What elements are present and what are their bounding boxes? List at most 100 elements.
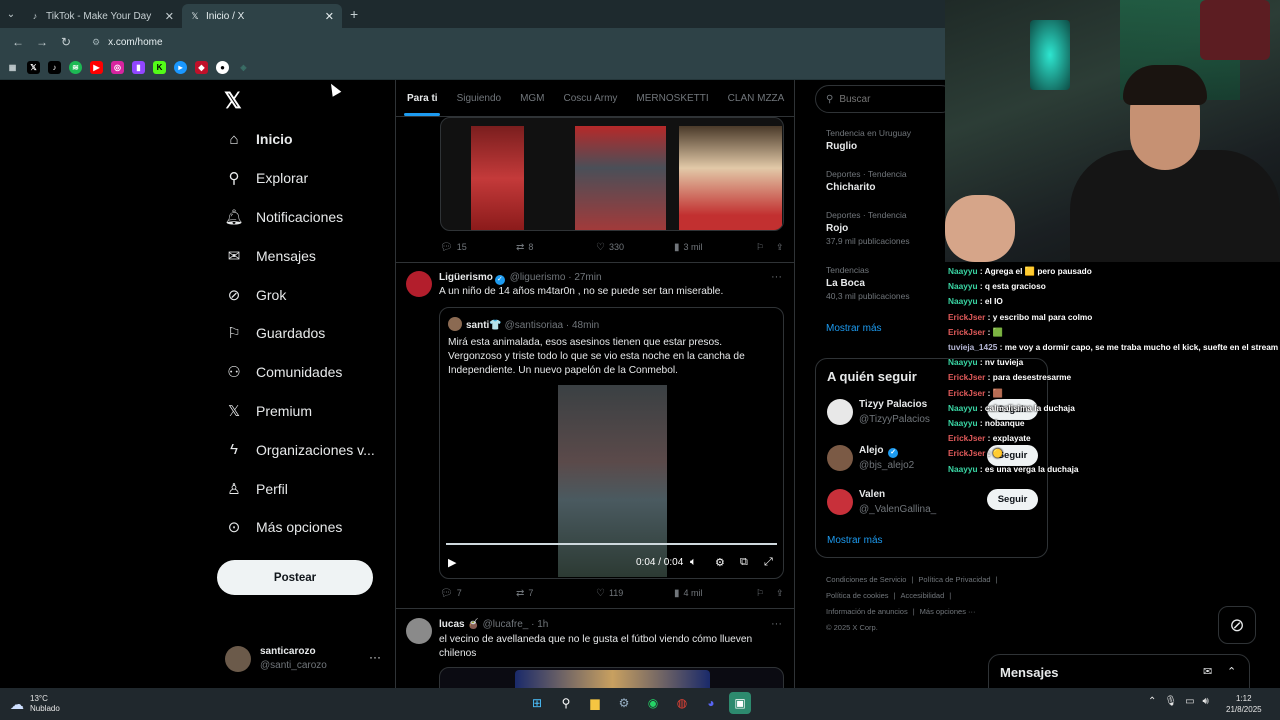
chrome-icon[interactable]: ◍ — [671, 692, 693, 714]
tab-search-icon[interactable]: ⌄ — [0, 0, 22, 28]
sidebar-item-notificaciones[interactable]: 🔔︎ Notificaciones — [224, 198, 375, 237]
new-message-icon[interactable]: ✉ — [1203, 665, 1212, 678]
chevron-up-icon[interactable]: ⌃ — [1227, 665, 1236, 678]
sidebar-item-explorar[interactable]: ⚲ Explorar — [224, 159, 375, 198]
close-icon[interactable]: ✕ — [325, 10, 334, 23]
reply-button[interactable]: 💬︎ 15 — [440, 242, 516, 253]
footer-link[interactable]: Condiciones de Servicio — [826, 575, 906, 584]
search-icon[interactable]: ⚲ — [555, 692, 577, 714]
post-button[interactable]: Postear — [217, 560, 373, 595]
back-icon[interactable]: ← — [6, 35, 30, 49]
new-tab-icon[interactable]: + — [350, 6, 358, 22]
spotify-icon[interactable]: ≋ — [69, 61, 82, 74]
footer-more-link[interactable]: Más opciones ··· — [920, 607, 976, 616]
media-thumbnail[interactable] — [575, 126, 666, 230]
reload-icon[interactable]: ↻ — [54, 35, 78, 49]
red-app-icon[interactable]: ◆ — [195, 61, 208, 74]
tab-coscu-army[interactable]: Coscu Army — [564, 93, 618, 104]
site-info-icon[interactable]: ⚙ — [92, 37, 100, 48]
sidebar-item-comunidades[interactable]: ⚇ Comunidades — [224, 353, 375, 392]
trend-item[interactable]: Tendencias La Boca 40,3 mil publicacione… — [826, 264, 910, 303]
twitch-icon[interactable]: ▮ — [132, 61, 145, 74]
media-thumbnail[interactable] — [679, 126, 782, 230]
chevron-up-icon[interactable]: ⌃ — [1148, 696, 1156, 707]
trend-item[interactable]: Deportes · Tendencia Rojo 37,9 mil publi… — [826, 209, 910, 248]
views-button[interactable]: ▮ 3 mil — [674, 242, 756, 253]
windows-start-icon[interactable]: ⊞ — [526, 692, 548, 714]
tab-mernosketti[interactable]: MERNOSKETTI — [636, 93, 708, 104]
trend-item[interactable]: Tendencia en Uruguay Ruglio — [826, 127, 911, 153]
fullscreen-icon[interactable]: ⤢ — [764, 556, 773, 569]
trend-item[interactable]: Deportes · Tendencia Chicharito — [826, 168, 907, 194]
tab-siguiendo[interactable]: Siguiendo — [457, 93, 501, 104]
like-button[interactable]: ♡ 119 — [596, 588, 674, 599]
sidebar-item-grok[interactable]: ⊘ Grok — [224, 275, 375, 314]
prime-icon[interactable]: ▸ — [174, 61, 187, 74]
post-time[interactable]: 1h — [537, 619, 548, 630]
sidebar-item-mensajes[interactable]: ✉ Mensajes — [224, 236, 375, 275]
like-button[interactable]: ♡ 330 — [596, 242, 674, 253]
share-icon[interactable]: ⇪ — [776, 242, 784, 253]
repost-button[interactable]: ⇄ 7 — [516, 588, 596, 599]
kick-icon[interactable]: K — [153, 61, 166, 74]
footer-link[interactable]: Política de Privacidad — [918, 575, 990, 584]
show-more-follow-link[interactable]: Mostrar más — [827, 535, 883, 546]
obs-icon[interactable]: ▣ — [729, 692, 751, 714]
author-handle[interactable]: @lucafre_ — [483, 619, 529, 630]
author-handle[interactable]: @liguerismo — [510, 272, 566, 283]
forward-icon[interactable]: → — [30, 35, 54, 49]
follow-suggestion[interactable]: Valen @_ValenGallina_ Seguir — [827, 487, 1042, 517]
bookmark-icon[interactable]: ⚐ — [756, 588, 776, 599]
post-media-grid[interactable] — [440, 117, 784, 231]
footer-link[interactable]: Política de cookies — [826, 591, 889, 600]
media-thumbnail[interactable] — [515, 670, 710, 688]
avatar[interactable] — [827, 445, 853, 471]
sidebar-item-mas-opciones[interactable]: ⊙ Más opciones — [224, 508, 375, 547]
search-input[interactable] — [839, 93, 940, 105]
x-icon[interactable]: 𝕏 — [27, 61, 40, 74]
discord-icon[interactable]: ◕ — [700, 692, 722, 714]
search-bar[interactable]: ⚲ — [815, 85, 955, 113]
play-icon[interactable]: ▶ — [448, 556, 456, 569]
avatar[interactable] — [827, 399, 853, 425]
network-icon[interactable]: ▭ — [1185, 696, 1194, 707]
repost-button[interactable]: ⇄ 8 — [516, 242, 596, 253]
weather-widget[interactable]: ☁ 13°C Nublado — [10, 694, 60, 714]
share-icon[interactable]: ⇪ — [776, 588, 784, 599]
volume-icon[interactable]: 🔈︎ — [690, 556, 697, 569]
settings-gear-icon[interactable]: ⚙ — [613, 692, 635, 714]
url-field[interactable]: ⚙ x.com/home — [84, 31, 904, 53]
quoted-post[interactable]: santi👕 @santisoriaa · 48min Mirá esta an… — [439, 307, 784, 579]
post-time[interactable]: 27min — [574, 272, 601, 283]
sidebar-item-premium[interactable]: 𝕏 Premium — [224, 392, 375, 431]
post[interactable]: Ligüerismo ✓ @liguerismo · 27min ··· A un… — [396, 262, 794, 607]
tab-para-ti[interactable]: Para ti — [407, 93, 438, 104]
sidebar-item-guardados[interactable]: ⚐ Guardados — [224, 314, 375, 353]
author-name[interactable]: lucas 🧉 — [439, 619, 480, 630]
views-button[interactable]: ▮ 4 mil — [674, 588, 756, 599]
pip-icon[interactable]: ⧉ — [740, 556, 748, 569]
clock[interactable]: 1:12 21/8/2025 — [1226, 693, 1262, 715]
footer-link[interactable]: Información de anuncios — [826, 607, 908, 616]
reply-button[interactable]: 💬︎ 7 — [440, 588, 516, 599]
sidebar-item-perfil[interactable]: ♙ Perfil — [224, 469, 375, 508]
x-logo-icon[interactable]: 𝕏 — [224, 88, 242, 114]
follow-button[interactable]: Seguir — [987, 489, 1038, 510]
post-media[interactable] — [439, 667, 784, 688]
tab-clan-mzza[interactable]: CLAN MZZA — [728, 93, 785, 104]
media-thumbnail[interactable] — [471, 126, 524, 230]
tiktok-icon[interactable]: ♪ — [48, 61, 61, 74]
youtube-icon[interactable]: ▶ — [90, 61, 103, 74]
microphone-icon[interactable]: 🎙︎ — [1164, 696, 1177, 707]
account-switcher[interactable]: santicarozo @santi_carozo ··· — [225, 644, 385, 674]
github-icon[interactable]: ● — [216, 61, 229, 74]
video-progress-bar[interactable] — [446, 543, 777, 545]
sidebar-item-organizaciones[interactable]: ϟ Organizaciones v... — [224, 430, 375, 469]
instagram-icon[interactable]: ◎ — [111, 61, 124, 74]
show-more-trends-link[interactable]: Mostrar más — [826, 323, 882, 334]
messages-drawer[interactable]: Mensajes ✉ ⌃ — [988, 654, 1250, 690]
avatar[interactable] — [406, 618, 432, 644]
settings-gear-icon[interactable]: ⚙ — [715, 556, 725, 569]
sidebar-item-inicio[interactable]: ⌂ Inicio — [224, 120, 375, 159]
whatsapp-icon[interactable]: ◉ — [642, 692, 664, 714]
